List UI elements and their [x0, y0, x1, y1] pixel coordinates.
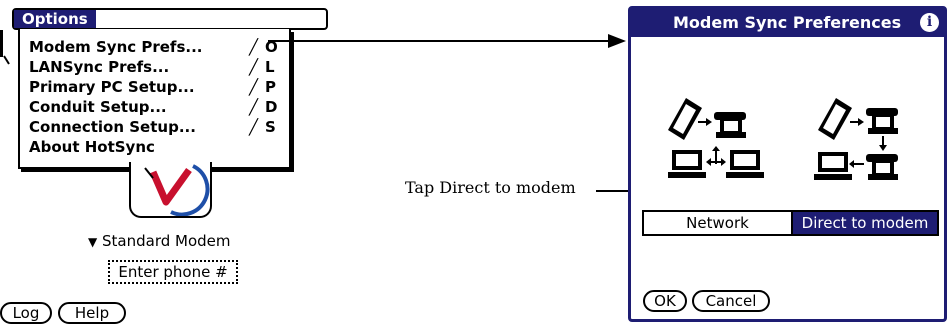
telephone-icon: [714, 112, 746, 138]
dialog-title-bar: Modem Sync Preferences i: [631, 9, 944, 37]
dialog-title: Modem Sync Preferences: [673, 13, 902, 32]
computer-icon: [726, 150, 764, 178]
network-segment-button[interactable]: Network: [644, 212, 793, 234]
arrow-head: [608, 34, 626, 48]
direct-modem-diagram: [814, 98, 898, 180]
telephone-icon: [866, 154, 898, 180]
computer-icon: [814, 152, 852, 180]
handheld-icon: [668, 98, 702, 140]
connection-type-selector: Network Direct to modem: [642, 210, 939, 236]
computer-icon: [668, 150, 706, 178]
telephone-icon: [866, 108, 898, 134]
handheld-icon: [818, 98, 852, 140]
info-icon[interactable]: i: [920, 13, 939, 32]
ok-button[interactable]: OK: [643, 290, 687, 312]
callout-label: Tap Direct to modem: [405, 178, 576, 197]
direct-to-modem-segment-button[interactable]: Direct to modem: [793, 212, 937, 234]
cancel-button[interactable]: Cancel: [692, 290, 770, 312]
network-sync-diagram: [668, 98, 764, 178]
